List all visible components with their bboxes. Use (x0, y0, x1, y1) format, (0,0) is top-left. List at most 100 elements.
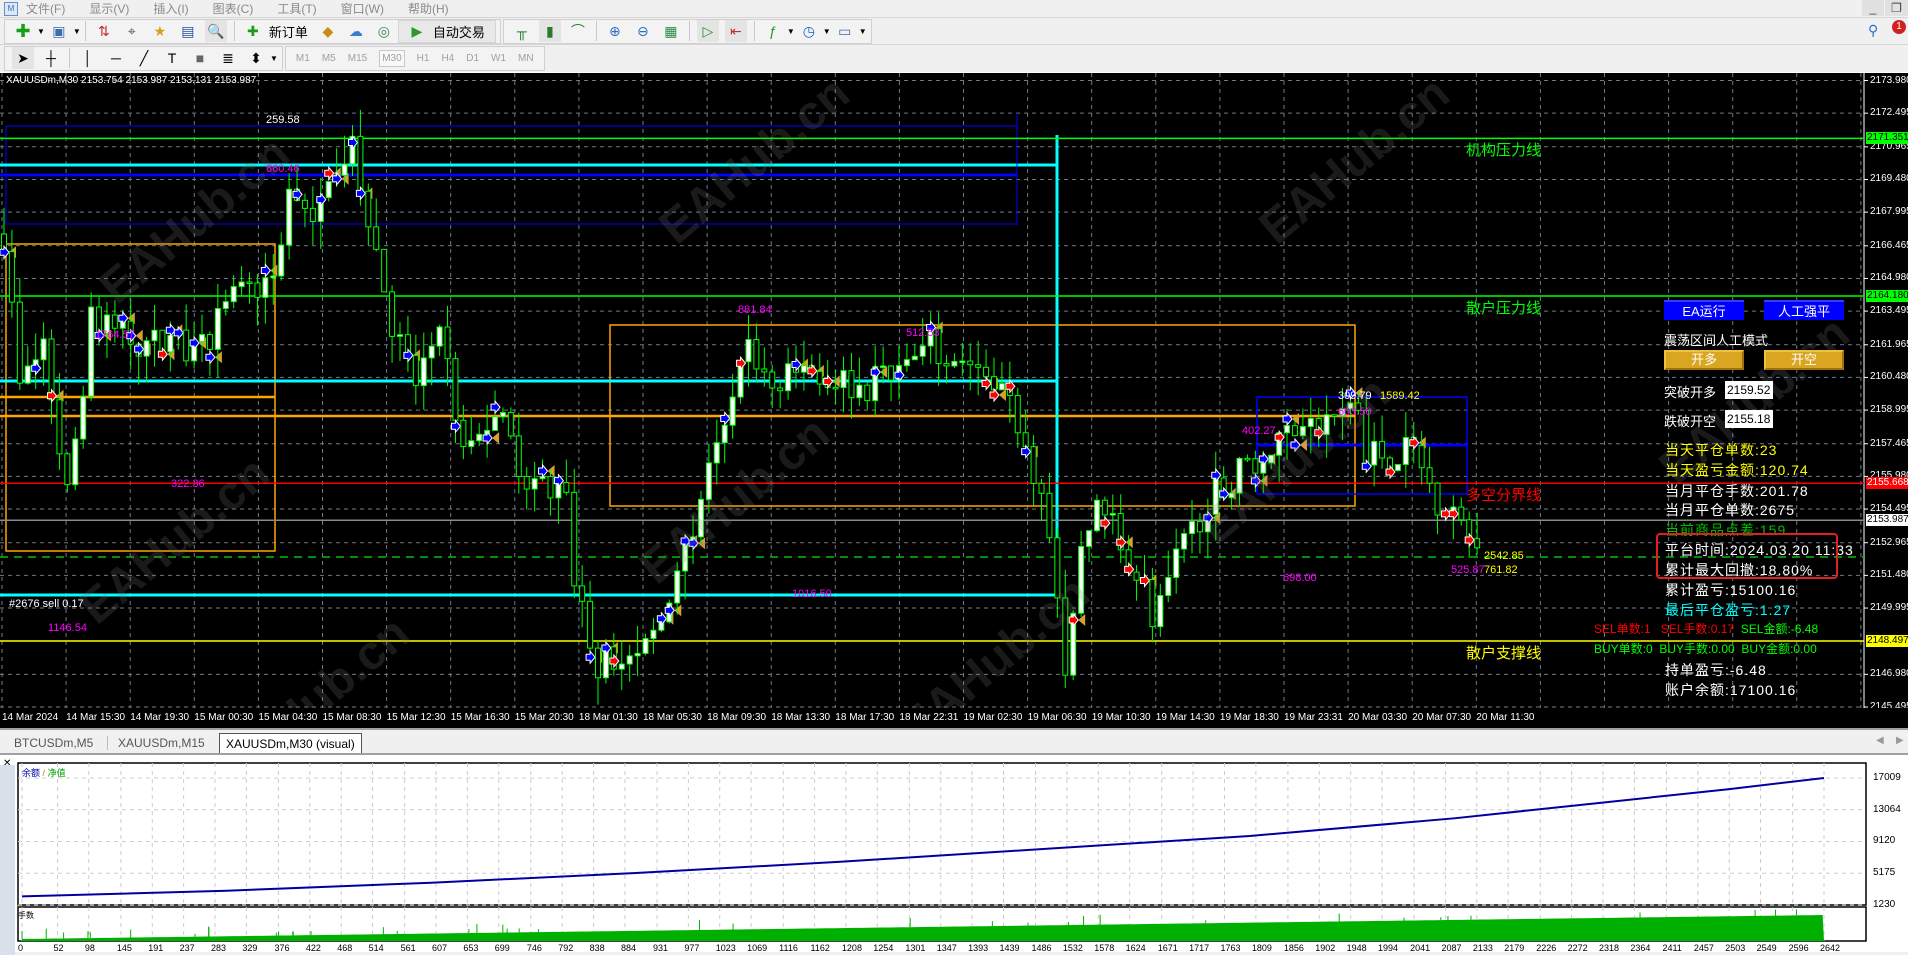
time-axis: 14 Mar 2024 14 Mar 15:30 14 Mar 19:30 15 Ma… (0, 708, 1908, 728)
timeframe-m5[interactable]: M5 (322, 53, 336, 64)
close-marker-icon (492, 431, 500, 444)
trade-profit-label: 1764.57 (95, 329, 135, 341)
new-order-button[interactable]: 新订单 (269, 22, 308, 41)
crosshair-icon[interactable]: ┼ (40, 47, 62, 69)
market-watch-icon[interactable]: ⇅ (93, 20, 115, 42)
menu-tools[interactable]: 工具(T) (277, 0, 316, 17)
terminal-icon[interactable]: ▤ (177, 20, 199, 42)
dropdown-arrow-icon[interactable]: ▼ (823, 27, 831, 36)
zoom-out-icon[interactable]: ⊖ (632, 20, 654, 42)
candlestick-icon[interactable]: ▮ (538, 20, 561, 42)
timeframe-w1[interactable]: W1 (491, 53, 506, 64)
cursor-icon[interactable]: ➤ (12, 47, 34, 69)
dropdown-arrow-icon[interactable]: ▼ (859, 27, 867, 36)
auto-trading-button[interactable]: ▶ 自动交易 (397, 19, 496, 43)
timeframe-h1[interactable]: H1 (417, 53, 430, 64)
fibonacci-icon[interactable]: ≣ (217, 47, 239, 69)
market-icon[interactable]: ◎ (373, 20, 395, 42)
candle (1093, 499, 1100, 532)
chart-shift-icon[interactable]: ⇤ (724, 20, 747, 42)
dropdown-arrow-icon[interactable]: ▼ (73, 27, 81, 36)
periods-clock-icon[interactable]: ◷ (798, 20, 820, 42)
timeframe-h4[interactable]: H4 (441, 53, 454, 64)
candle (1212, 477, 1219, 515)
timeframe-m30[interactable]: M30 (379, 49, 405, 67)
profiles-icon[interactable]: ▣ (48, 20, 70, 42)
dropdown-arrow-icon[interactable]: ▼ (270, 54, 278, 63)
open-short-button[interactable]: 开空 (1764, 350, 1844, 370)
metaeditor-icon[interactable]: ◆ (317, 20, 339, 42)
menu-window[interactable]: 窗口(W) (341, 0, 384, 17)
close-marker-icon (1078, 614, 1086, 627)
restore-button[interactable]: ❐ (1885, 0, 1908, 16)
candle (1252, 458, 1259, 474)
tab-xauusdm-m15[interactable]: XAUUSDm,M15 (112, 733, 211, 754)
auto-scroll-icon[interactable]: ▷ (696, 20, 719, 42)
notification-badge[interactable]: 1 (1892, 20, 1906, 34)
templates-icon[interactable]: ▭ (834, 20, 856, 42)
candle (753, 339, 760, 370)
strategy-tester-icon[interactable]: 🔍 (204, 20, 227, 42)
line-chart-icon[interactable]: ⌒ (567, 20, 589, 42)
toolbar-group-chart: ╥ ▮ ⌒ ⊕ ⊖ ▦ ▷ ⇤ ƒ ▼ ◷ ▼ ▭ ▼ (502, 18, 872, 44)
candle (1196, 520, 1203, 533)
breakout-long-input[interactable]: 2159.52 (1725, 381, 1773, 399)
menu-file[interactable]: 文件(F) (26, 0, 65, 17)
candle (254, 282, 261, 298)
buy-arrow-icon (720, 411, 731, 426)
candle (697, 498, 704, 538)
candle (1299, 426, 1306, 437)
open-long-button[interactable]: 开多 (1664, 350, 1744, 370)
new-order-icon[interactable]: ✚ (242, 20, 264, 42)
rectangle-icon[interactable]: ■ (189, 47, 211, 69)
candle (1022, 432, 1029, 448)
close-marker-icon (270, 264, 278, 277)
menu-help[interactable]: 帮助(H) (408, 0, 449, 17)
tab-btcusdm-m5[interactable]: BTCUSDm,M5 (8, 733, 99, 754)
timeframe-d1[interactable]: D1 (466, 53, 479, 64)
candle (531, 478, 538, 490)
menu-charts[interactable]: 图表(C) (213, 0, 254, 17)
horizontal-line-icon[interactable]: ─ (105, 47, 127, 69)
level-line-label: 机构压力线 (1466, 142, 1542, 160)
timeframe-m15[interactable]: M15 (348, 53, 367, 64)
breakdown-short-input[interactable]: 2155.18 (1725, 410, 1773, 428)
separator (69, 48, 70, 68)
dropdown-arrow-icon[interactable]: ▼ (37, 27, 45, 36)
navigator-icon[interactable]: ★ (149, 20, 171, 42)
price-chart[interactable]: XAUUSDm,M30 2153.754 2153.987 2153.131 2… (0, 66, 1908, 820)
tab-scroll-right-icon[interactable]: ▶ (1896, 735, 1904, 746)
tile-windows-icon[interactable]: ▦ (660, 20, 682, 42)
bar-chart-icon[interactable]: ╥ (511, 20, 533, 42)
dropdown-arrow-icon[interactable]: ▼ (787, 27, 795, 36)
data-window-icon[interactable]: ⌖ (121, 20, 143, 42)
candle (1133, 571, 1140, 581)
time-tick-label: 15 Mar 00:30 (194, 712, 254, 723)
zoom-in-icon[interactable]: ⊕ (604, 20, 626, 42)
timeframe-mn[interactable]: MN (518, 53, 534, 64)
close-marker-icon (547, 465, 555, 478)
tab-xauusdm-m30-visual[interactable]: XAUUSDm,M30 (visual) (219, 733, 362, 754)
new-chart-icon[interactable]: ✚ (12, 20, 34, 42)
menu-insert[interactable]: 插入(I) (153, 0, 188, 17)
arrows-icon[interactable]: ⬍ (245, 47, 267, 69)
tab-scroll-left-icon[interactable]: ◀ (1876, 735, 1884, 746)
indicators-icon[interactable]: ƒ (762, 20, 784, 42)
close-marker-icon (674, 604, 682, 617)
separator (753, 21, 755, 41)
menu-view[interactable]: 显示(V) (89, 0, 129, 17)
candle (911, 355, 918, 361)
signals-icon[interactable]: ☁ (345, 20, 367, 42)
candle (436, 326, 443, 347)
force-close-button[interactable]: 人工强平 (1764, 300, 1844, 320)
trendline-icon[interactable]: ╱ (133, 47, 155, 69)
timeframe-m1[interactable]: M1 (296, 53, 310, 64)
candle (864, 384, 871, 402)
search-icon[interactable]: ⚲ (1868, 22, 1878, 39)
minimize-button[interactable]: _ (1862, 0, 1884, 16)
ea-run-button[interactable]: EA运行 (1664, 300, 1744, 320)
vertical-line-icon[interactable]: │ (77, 47, 99, 69)
time-tick-label: 18 Mar 22:31 (899, 712, 959, 723)
text-icon[interactable]: T (161, 47, 183, 69)
time-tick-label: 18 Mar 17:30 (835, 712, 895, 723)
